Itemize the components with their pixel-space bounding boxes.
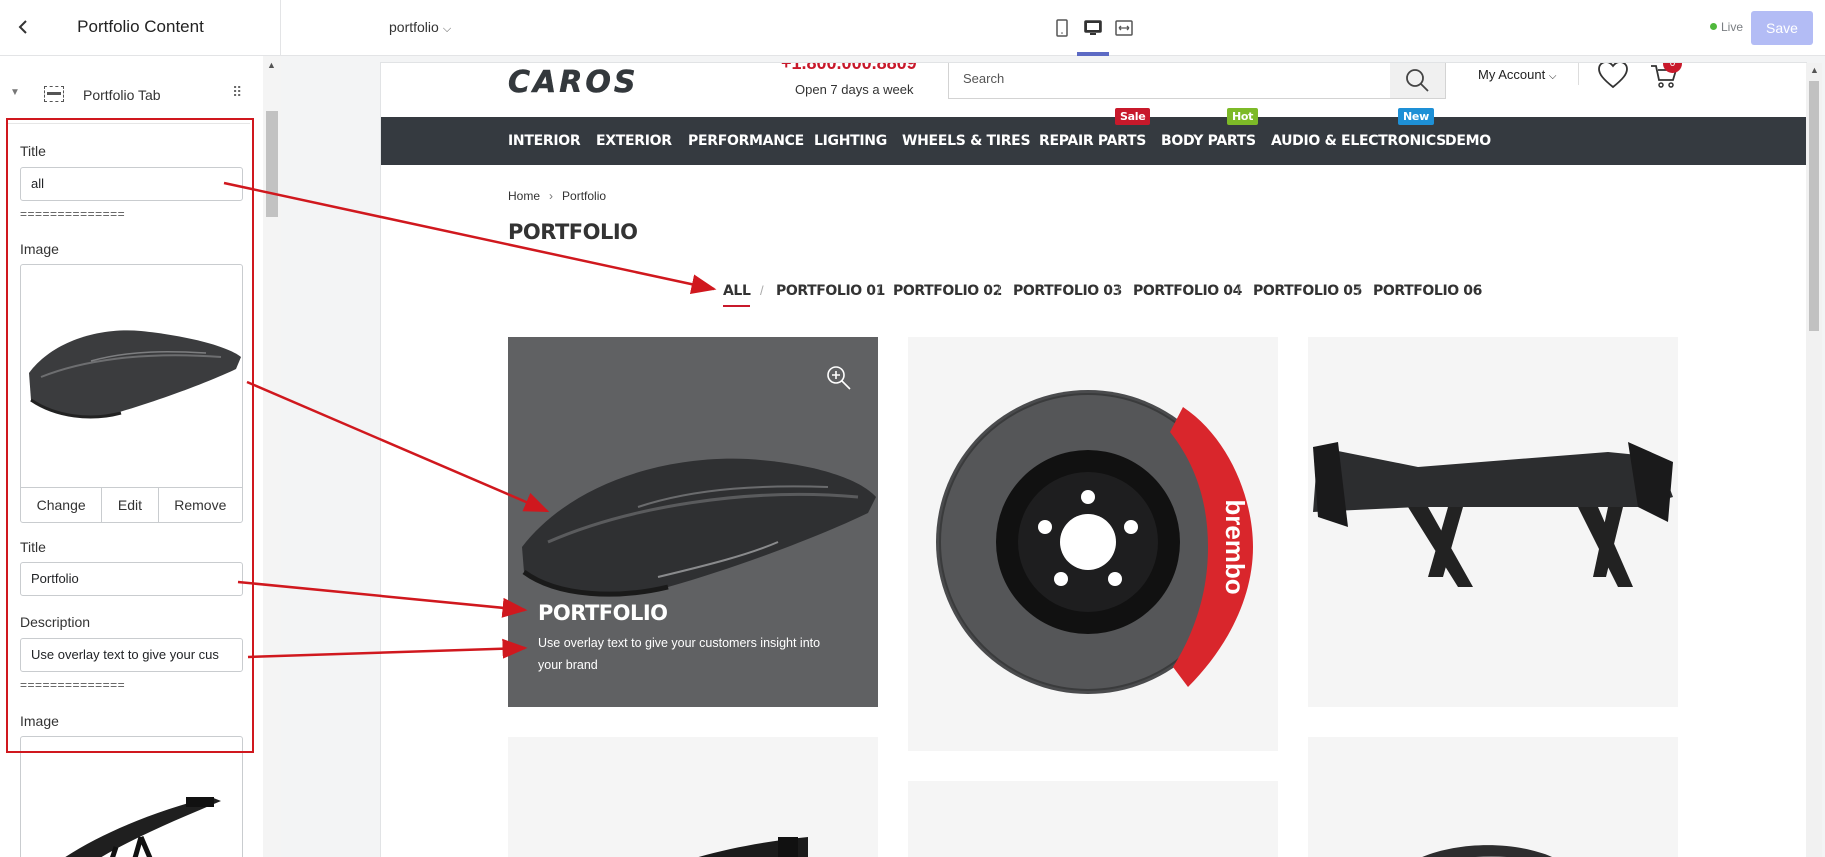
- cart-icon[interactable]: 0: [1649, 63, 1682, 95]
- nav-item-body-parts[interactable]: BODY PARTS Hot: [1161, 108, 1259, 149]
- search-bar[interactable]: Search: [948, 63, 1446, 99]
- tab-separator: /: [1237, 283, 1241, 298]
- portfolio-card[interactable]: brembo: [908, 337, 1278, 751]
- tab-portfolio-02[interactable]: PORTFOLIO 02: [893, 283, 1002, 299]
- breadcrumb-current: Portfolio: [562, 189, 607, 203]
- store-logo[interactable]: CAROS: [508, 65, 638, 101]
- portfolio-card[interactable]: PORTFOLIO Use overlay text to give your …: [508, 337, 878, 707]
- tab-portfolio-01[interactable]: PORTFOLIO 01: [776, 283, 885, 299]
- nav-item-interior[interactable]: INTERIOR: [508, 133, 581, 149]
- sidebar-body: ▼ Portfolio Tab ⠿ Title all ============…: [0, 56, 263, 857]
- new-badge: New: [1398, 108, 1434, 125]
- sidebar-title: Portfolio Content: [77, 17, 204, 36]
- scrollbar-thumb[interactable]: [1809, 81, 1819, 331]
- tab-separator: /: [997, 283, 1001, 298]
- my-account-menu[interactable]: My Account ⌵: [1478, 67, 1556, 82]
- save-button[interactable]: Save: [1751, 11, 1813, 45]
- status-dot: [1710, 23, 1717, 30]
- store-preview: CAROS +1.800.000.8809 Open 7 days a week…: [381, 63, 1806, 857]
- header-divider: [1578, 63, 1579, 85]
- nav-item-wheels-tires[interactable]: WHEELS & TIRES: [902, 133, 1031, 149]
- spoiler-image: [698, 837, 808, 857]
- template-select-label: portfolio: [389, 19, 439, 35]
- template-select[interactable]: portfolio ⌵: [389, 19, 451, 36]
- main-nav: INTERIOR EXTERIOR PERFORMANCE LIGHTING W…: [381, 108, 1806, 165]
- page-title: PORTFOLIO: [508, 220, 638, 244]
- svg-text:brembo: brembo: [1220, 499, 1250, 594]
- nav-item-repair-parts-label: REPAIR PARTS: [1039, 133, 1147, 149]
- hot-badge: Hot: [1227, 108, 1259, 125]
- section-layout-icon: [44, 86, 64, 102]
- nav-item-exterior[interactable]: EXTERIOR: [596, 133, 672, 149]
- portfolio-card[interactable]: [1308, 737, 1678, 857]
- tab-separator: /: [760, 283, 764, 298]
- portfolio-card[interactable]: [1308, 337, 1678, 707]
- caret-down-icon[interactable]: ▼: [10, 87, 20, 98]
- card-overlay-description: Use overlay text to give your customers …: [538, 636, 821, 672]
- store-hours: Open 7 days a week: [795, 82, 914, 97]
- tab-separator: /: [1357, 283, 1361, 298]
- breadcrumb: Home › Portfolio: [508, 189, 606, 203]
- live-status: Live: [1710, 20, 1743, 34]
- rear-spoiler-image: [1313, 442, 1673, 587]
- drag-handle-icon[interactable]: ⠿: [232, 84, 242, 101]
- chevron-down-icon: ⌵: [1548, 71, 1557, 82]
- store-phone[interactable]: +1.800.000.8809: [781, 63, 917, 74]
- tab-separator: /: [1117, 283, 1121, 298]
- preview-scrollbar[interactable]: ▲: [1806, 63, 1822, 857]
- nav-item-performance[interactable]: PERFORMANCE: [688, 133, 804, 149]
- scrollbar-thumb[interactable]: [266, 111, 278, 217]
- live-status-label: Live: [1721, 20, 1744, 34]
- brake-disc-image: brembo: [936, 390, 1253, 694]
- desktop-icon[interactable]: [1077, 18, 1109, 56]
- mobile-icon[interactable]: [1052, 18, 1072, 38]
- scroll-up-icon[interactable]: ▲: [1810, 65, 1819, 75]
- nav-item-repair-parts[interactable]: REPAIR PARTS Sale: [1039, 108, 1151, 149]
- highlight-box: [6, 118, 254, 753]
- sidebar-scrollbar[interactable]: ▲: [263, 56, 281, 857]
- nav-item-audio-electronics-label: AUDIO & ELECTRONICS: [1271, 133, 1446, 149]
- tab-all[interactable]: ALL: [723, 283, 751, 307]
- chevron-right-icon: ›: [549, 189, 554, 203]
- breadcrumb-home[interactable]: Home: [508, 189, 540, 203]
- search-button[interactable]: [1390, 63, 1445, 98]
- search-icon: [1406, 69, 1429, 92]
- spoiler-thumbnail: [65, 797, 221, 857]
- card-overlay-title: PORTFOLIO: [538, 601, 668, 625]
- sidebar-header: Portfolio Content: [0, 0, 281, 56]
- portfolio-card[interactable]: [908, 781, 1278, 857]
- section-header[interactable]: ▼ Portfolio Tab ⠿: [6, 66, 250, 124]
- fullscreen-icon[interactable]: [1114, 18, 1134, 38]
- tab-portfolio-03[interactable]: PORTFOLIO 03: [1013, 283, 1122, 299]
- wheel-image: [1422, 845, 1552, 857]
- tab-portfolio-04[interactable]: PORTFOLIO 04: [1133, 283, 1242, 299]
- heart-icon[interactable]: [1597, 63, 1629, 95]
- sale-badge: Sale: [1115, 108, 1151, 125]
- portfolio-card[interactable]: [508, 737, 878, 857]
- search-input[interactable]: Search: [963, 71, 1004, 86]
- editor-topbar: portfolio ⌵ Live Save: [281, 0, 1825, 56]
- nav-item-lighting[interactable]: LIGHTING: [814, 133, 887, 149]
- tab-portfolio-06[interactable]: PORTFOLIO 06: [1373, 283, 1482, 299]
- sidebar: Portfolio Content ▼ Portfolio Tab ⠿ Titl…: [0, 0, 281, 857]
- scroll-up-icon[interactable]: ▲: [267, 60, 276, 70]
- nav-item-body-parts-label: BODY PARTS: [1161, 133, 1256, 149]
- section-label: Portfolio Tab: [83, 87, 161, 103]
- image-picker-2[interactable]: [20, 736, 243, 857]
- tab-separator: /: [877, 283, 881, 298]
- nav-item-demo[interactable]: DEMO: [1445, 133, 1491, 149]
- my-account-label: My Account: [1478, 67, 1546, 82]
- zoom-in-icon[interactable]: [826, 365, 852, 396]
- nav-item-audio-electronics[interactable]: AUDIO & ELECTRONICS New: [1271, 108, 1446, 149]
- tab-portfolio-05[interactable]: PORTFOLIO 05: [1253, 283, 1362, 299]
- chevron-down-icon: ⌵: [442, 23, 452, 35]
